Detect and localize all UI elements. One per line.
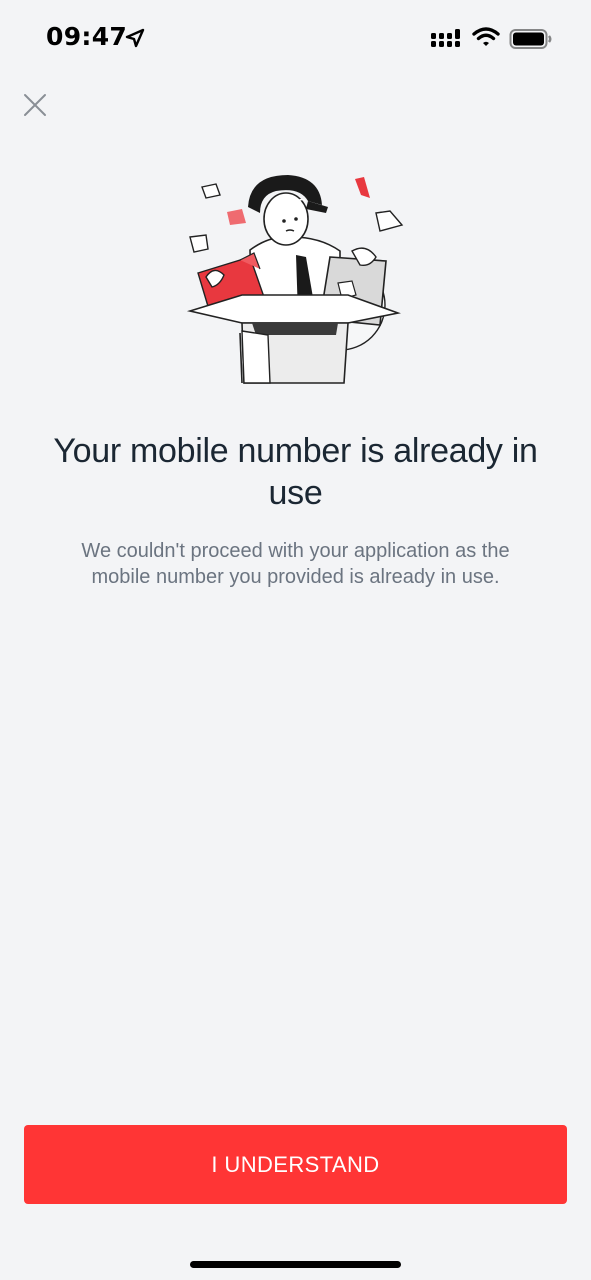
home-indicator bbox=[190, 1261, 401, 1268]
page-description: We couldn't proceed with your applicatio… bbox=[81, 540, 510, 588]
close-icon[interactable] bbox=[18, 88, 52, 122]
status-bar: 09:47 bbox=[0, 0, 591, 80]
close-button[interactable] bbox=[18, 88, 52, 122]
wifi-icon bbox=[472, 27, 500, 46]
location-arrow-icon bbox=[125, 28, 145, 48]
battery-icon bbox=[509, 29, 552, 49]
signal-icon bbox=[431, 29, 460, 47]
status-time: 09:47 bbox=[46, 22, 128, 51]
i-understand-button[interactable]: I UNDERSTAND bbox=[24, 1125, 567, 1204]
page-title: Your mobile number is already in use bbox=[53, 432, 538, 512]
person-in-box-with-papers-illustration bbox=[186, 175, 404, 384]
